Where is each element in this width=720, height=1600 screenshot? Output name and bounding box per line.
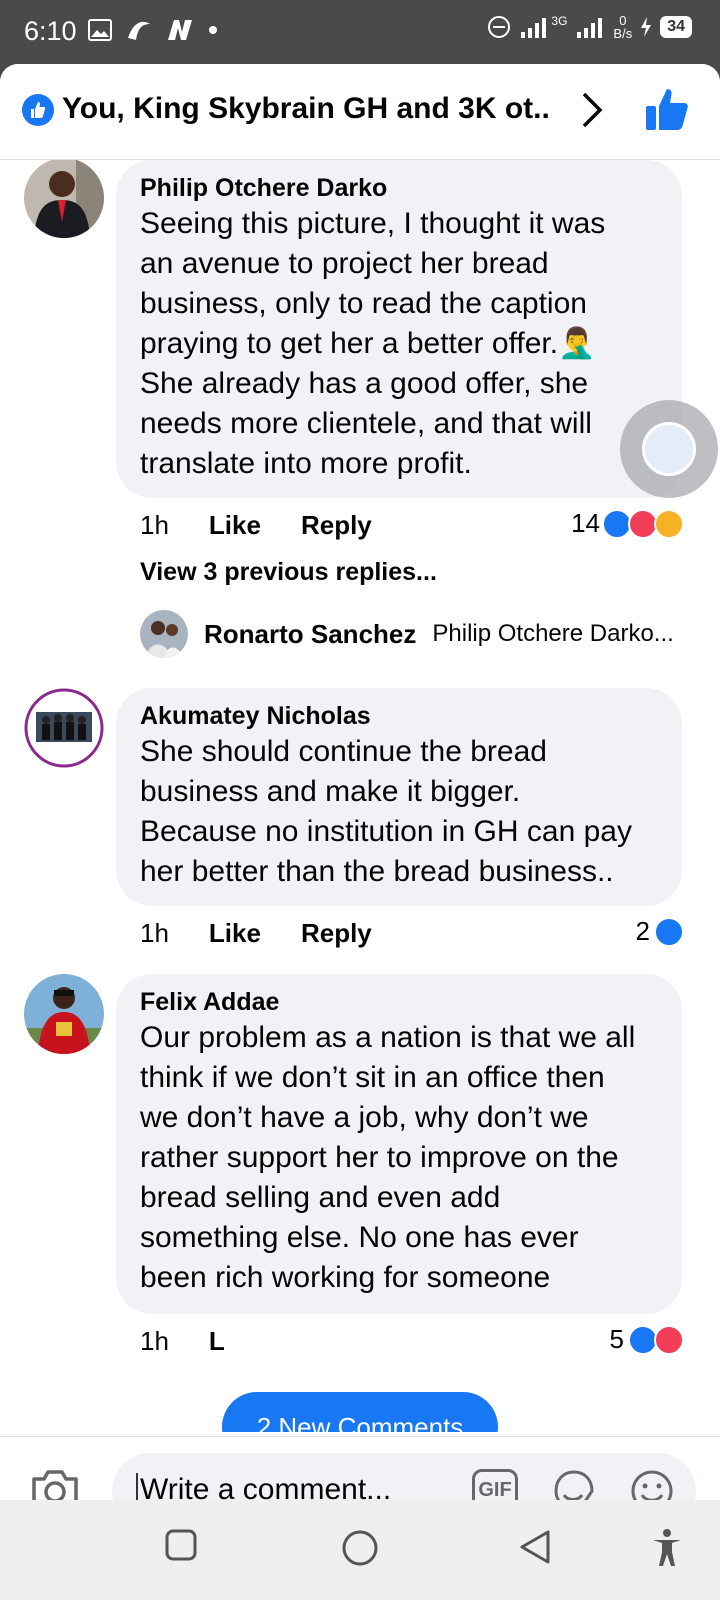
like-reaction-icon [654,916,684,947]
status-bar: 6:10 3G 0 B/s 34 [0,0,720,64]
do-not-disturb-icon [488,16,511,38]
reaction-summary[interactable]: 5 [610,1324,684,1355]
comment-actions: 1h Like Reply [140,918,372,949]
comment-time[interactable]: 1h [140,510,169,541]
like-badge-icon [22,94,54,126]
reactions-summary: You, King Skybrain GH and 3K ot... [62,92,552,125]
reaction-count: 5 [609,1324,624,1354]
commenter-name[interactable]: Akumatey Nicholas [140,700,660,732]
floating-assistive-touch-button[interactable] [620,400,718,498]
reply-text: Philip Otchere Darko... [432,620,674,647]
system-navigation-bar [0,1500,720,1600]
avatar[interactable] [24,974,104,1054]
app-notification-icon [128,21,150,40]
emoji-icon[interactable] [628,1467,676,1500]
comment-text: Our problem as a nation is that we all t… [140,1021,636,1294]
reaction-summary[interactable]: 14 [571,508,684,539]
signal-2-icon [577,18,603,38]
recent-apps-button[interactable] [164,1528,198,1562]
network-type: 3G [551,14,568,28]
gallery-icon [88,19,112,41]
back-button[interactable] [518,1528,552,1566]
commenter-name[interactable]: Felix Addae [140,986,660,1018]
reply-author[interactable]: Ronarto Sanchez [204,619,416,650]
new-comments-button[interactable]: 2 New Comments [222,1392,498,1432]
avatar[interactable] [140,610,188,658]
news-app-icon [168,20,192,40]
haha-reaction-icon [654,508,684,539]
gif-button[interactable]: GIF [472,1469,518,1500]
camera-icon[interactable] [30,1467,80,1500]
home-button[interactable] [340,1528,380,1568]
comment-bubble[interactable]: Philip Otchere Darko Seeing this picture… [116,160,682,498]
reaction-count: 14 [571,508,600,538]
like-post-button[interactable] [644,86,690,132]
commenter-name[interactable]: Philip Otchere Darko [140,172,660,204]
love-reaction-icon [654,1324,684,1355]
comment-actions: 1h L [140,1326,225,1357]
reactions-header[interactable]: You, King Skybrain GH and 3K ot... [0,64,720,160]
comment-time[interactable]: 1h [140,1326,169,1357]
comment-list[interactable]: Philip Otchere Darko Seeing this picture… [0,160,720,1432]
comment-text: Seeing this picture, I thought it was an… [140,207,606,480]
reply-preview[interactable]: Ronarto Sanchez Philip Otchere Darko... [140,610,674,658]
avatar[interactable] [24,160,104,238]
reply-button[interactable]: Reply [301,918,372,949]
reaction-count: 2 [635,916,650,946]
comment-composer: Write a comment... GIF [0,1436,720,1500]
comment-time[interactable]: 1h [140,918,169,949]
like-button[interactable]: Like [209,918,261,949]
like-button[interactable]: Like [209,510,261,541]
like-button[interactable]: L [209,1326,225,1357]
accessibility-button[interactable] [650,1528,684,1568]
charging-icon [641,17,652,37]
signal-icon [521,18,547,38]
comment-bubble[interactable]: Felix Addae Our problem as a nation is t… [116,974,682,1314]
battery-level: 34 [660,16,692,38]
network-speed: 0 B/s [613,13,633,41]
comment-bubble[interactable]: Akumatey Nicholas She should continue th… [116,688,682,906]
comment-actions: 1h Like Reply [140,510,372,541]
comment-input[interactable]: Write a comment... GIF [112,1453,696,1500]
chevron-right-icon[interactable] [580,90,604,130]
reply-button[interactable]: Reply [301,510,372,541]
more-notifications-dot-icon [209,26,217,34]
view-previous-replies[interactable]: View 3 previous replies... [140,558,437,587]
comment-input-placeholder: Write a comment... [136,1473,391,1500]
status-time: 6:10 [24,16,77,46]
comments-sheet: You, King Skybrain GH and 3K ot... Phili… [0,64,720,1500]
comment-text: She should continue the bread business a… [140,735,632,888]
avatar[interactable] [24,688,104,768]
sticker-icon[interactable] [550,1467,598,1500]
reaction-summary[interactable]: 2 [636,916,684,947]
